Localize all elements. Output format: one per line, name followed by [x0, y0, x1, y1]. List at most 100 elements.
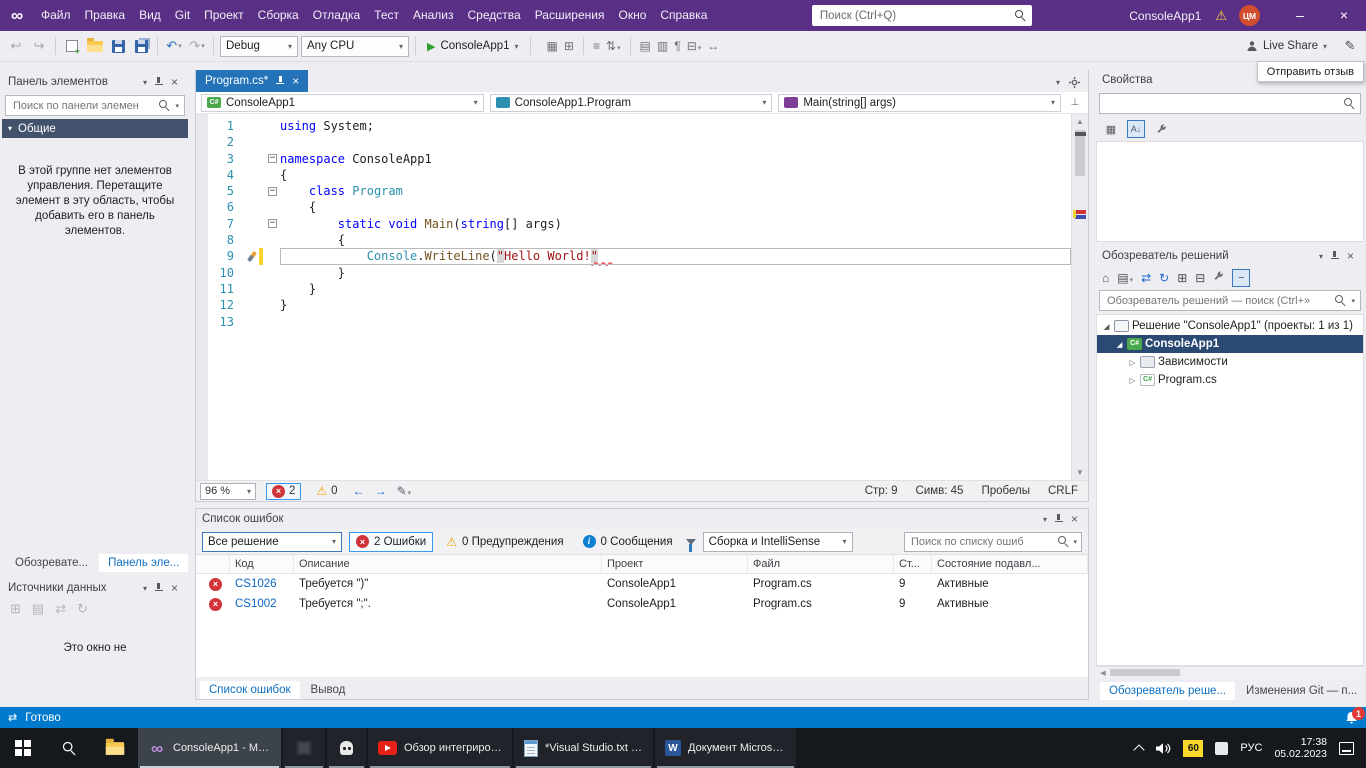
chevron-collapsed-icon[interactable]: ▷ [1126, 358, 1139, 367]
menu-item[interactable]: Расширения [528, 0, 612, 31]
column-file[interactable]: Файл [748, 555, 894, 573]
chevron-down-icon[interactable]: ▾ [1319, 252, 1323, 261]
line-ending-label[interactable]: CRLF [1048, 485, 1078, 497]
menu-item[interactable]: Окно [611, 0, 653, 31]
split-window-icon[interactable]: ⊥ [1067, 97, 1083, 108]
language-indicator[interactable]: РУС [1240, 742, 1262, 754]
pin-icon[interactable] [1054, 514, 1064, 524]
edit-data-source-icon[interactable]: ▤ [32, 601, 44, 617]
horizontal-scrollbar[interactable]: ◀ [1096, 666, 1364, 678]
code-line[interactable]: 9 Console.WriteLine("Hello World!" [196, 248, 1071, 264]
code-line[interactable]: 1using System; [196, 118, 1071, 134]
quick-search-input[interactable] [818, 9, 1015, 23]
document-tab-program-cs[interactable]: Program.cs* × [196, 70, 308, 92]
column-severity[interactable] [196, 555, 230, 573]
error-list-search-input[interactable] [909, 535, 1054, 549]
avatar[interactable]: ЦМ [1239, 5, 1260, 26]
type-dropdown[interactable]: ConsoleApp1.Program ▾ [490, 94, 773, 112]
table-row[interactable]: ×CS1026Требуется ")"ConsoleApp1Program.c… [196, 574, 1088, 594]
refresh-icon[interactable]: ↻ [1159, 271, 1169, 285]
zoom-dropdown[interactable]: 96 %▾ [200, 483, 256, 500]
error-list-header[interactable]: Список ошибок ▾ × [196, 509, 1088, 529]
close-icon[interactable]: × [171, 582, 178, 594]
filter-icon[interactable] [686, 539, 696, 545]
chevron-down-icon[interactable]: ▾ [175, 102, 179, 110]
fold-collapse-icon[interactable]: − [268, 154, 277, 163]
configure-data-source-icon[interactable]: ⇄ [55, 601, 66, 617]
menu-item[interactable]: Вид [132, 0, 168, 31]
messages-filter-button[interactable]: i 0 Сообщения [577, 532, 679, 552]
warnings-filter-button[interactable]: ⚠ 0 Предупреждения [440, 532, 569, 552]
minimize-button[interactable]: – [1278, 0, 1322, 31]
column-line[interactable]: Ст... [894, 555, 932, 573]
panel-tab[interactable]: Вывод [302, 681, 355, 699]
code-line[interactable]: 5− class Program [196, 183, 1071, 199]
close-icon[interactable]: × [1071, 513, 1078, 525]
code-line[interactable]: 6 { [196, 199, 1071, 215]
taskbar-app-dark-app[interactable] [283, 728, 325, 768]
quick-actions-icon[interactable] [247, 251, 257, 262]
toolbox-group-header[interactable]: ▾ Общие [2, 119, 188, 138]
solution-platforms-dropdown[interactable]: Any CPU▾ [301, 36, 409, 57]
menu-item[interactable]: Git [168, 0, 197, 31]
editor-errors-button[interactable]: × 2 [266, 483, 301, 500]
project-dropdown[interactable]: C# ConsoleApp1 ▾ [201, 94, 484, 112]
collapse-regions-icon[interactable]: ↔ [707, 39, 719, 53]
pin-icon[interactable] [275, 76, 285, 86]
data-sources-header[interactable]: Источники данных ▾ × [2, 578, 188, 598]
feedback-feather-icon[interactable]: ✎ [1340, 36, 1360, 56]
panel-tab[interactable]: Обозреватель реше... [1100, 682, 1235, 700]
panel-tab[interactable]: Список ошибок [200, 681, 300, 699]
scroll-up-icon[interactable]: ▲ [1072, 114, 1088, 129]
chevron-down-icon[interactable]: ▾ [143, 584, 147, 593]
taskbar-app-notepad[interactable]: *Visual Studio.txt – ... [514, 728, 653, 768]
formatting-marks-icon[interactable]: ¶ [674, 39, 680, 53]
editor-warnings-button[interactable]: ⚠ 0 [311, 483, 342, 499]
taskbar-app-word[interactable]: WДокумент Microso... [655, 728, 796, 768]
tree-item[interactable]: ◢C#ConsoleApp1 [1097, 335, 1363, 353]
chevron-down-icon[interactable]: ▾ [143, 78, 147, 87]
toolbox-search[interactable]: ▾ [5, 95, 185, 116]
code-line[interactable]: 3−namespace ConsoleApp1 [196, 151, 1071, 167]
toolbox-header[interactable]: Панель элементов ▾ × [2, 72, 188, 92]
menu-item[interactable]: Файл [34, 0, 78, 31]
indent-increase-icon[interactable]: ▥ [657, 39, 668, 53]
start-debugging-button[interactable]: ▶ ConsoleApp1 ▾ [422, 36, 524, 57]
open-file-icon[interactable] [85, 36, 105, 56]
hidden-icons-chevron[interactable] [1134, 744, 1145, 755]
column-suppression-state[interactable]: Состояние подавл... [932, 555, 1088, 573]
close-button[interactable]: × [1322, 0, 1366, 31]
action-center-icon[interactable] [1339, 742, 1354, 755]
navigate-forward-icon[interactable]: ↪ [29, 36, 49, 56]
menu-item[interactable]: Правка [78, 0, 133, 31]
pin-icon[interactable] [1330, 251, 1340, 261]
scrollbar-thumb[interactable] [1075, 130, 1085, 176]
scope-dropdown[interactable]: Все решение▾ [202, 532, 342, 552]
attach-process-icon[interactable]: ▦ [547, 39, 558, 53]
source-dropdown[interactable]: Сборка и IntelliSense▾ [703, 532, 853, 552]
code-line[interactable]: 12} [196, 297, 1071, 313]
menu-item[interactable]: Тест [367, 0, 406, 31]
categorized-icon[interactable]: ▦ [1102, 120, 1120, 138]
outline-icon[interactable]: ≡ [593, 39, 600, 53]
scroll-down-icon[interactable]: ▼ [1072, 465, 1088, 480]
code-line[interactable]: 7− static void Main(string[] args) [196, 216, 1071, 232]
chevron-expanded-icon[interactable]: ◢ [1113, 340, 1126, 349]
redo-icon[interactable]: ↷▾ [187, 36, 207, 56]
indent-decrease-icon[interactable]: ▤ [640, 39, 651, 53]
code-line[interactable]: 8 { [196, 232, 1071, 248]
member-dropdown[interactable]: Main(string[] args) ▾ [778, 94, 1061, 112]
chevron-down-icon[interactable]: ▾ [1351, 297, 1355, 305]
tree-item[interactable]: ▷C#Program.cs [1097, 371, 1363, 389]
new-window-icon[interactable]: ⊞ [564, 39, 574, 53]
toolbox-search-input[interactable] [11, 99, 154, 113]
indentation-label[interactable]: Пробелы [981, 485, 1030, 497]
menu-item[interactable]: Анализ [406, 0, 461, 31]
chevron-collapsed-icon[interactable]: ▷ [1126, 376, 1139, 385]
menu-item[interactable]: Проект [197, 0, 251, 31]
preview-selected-items-icon[interactable]: − [1232, 269, 1250, 287]
menu-item[interactable]: Средства [461, 0, 528, 31]
pin-icon[interactable] [154, 77, 164, 87]
speaker-icon[interactable] [1155, 742, 1171, 755]
properties-search-input[interactable] [1105, 97, 1339, 111]
